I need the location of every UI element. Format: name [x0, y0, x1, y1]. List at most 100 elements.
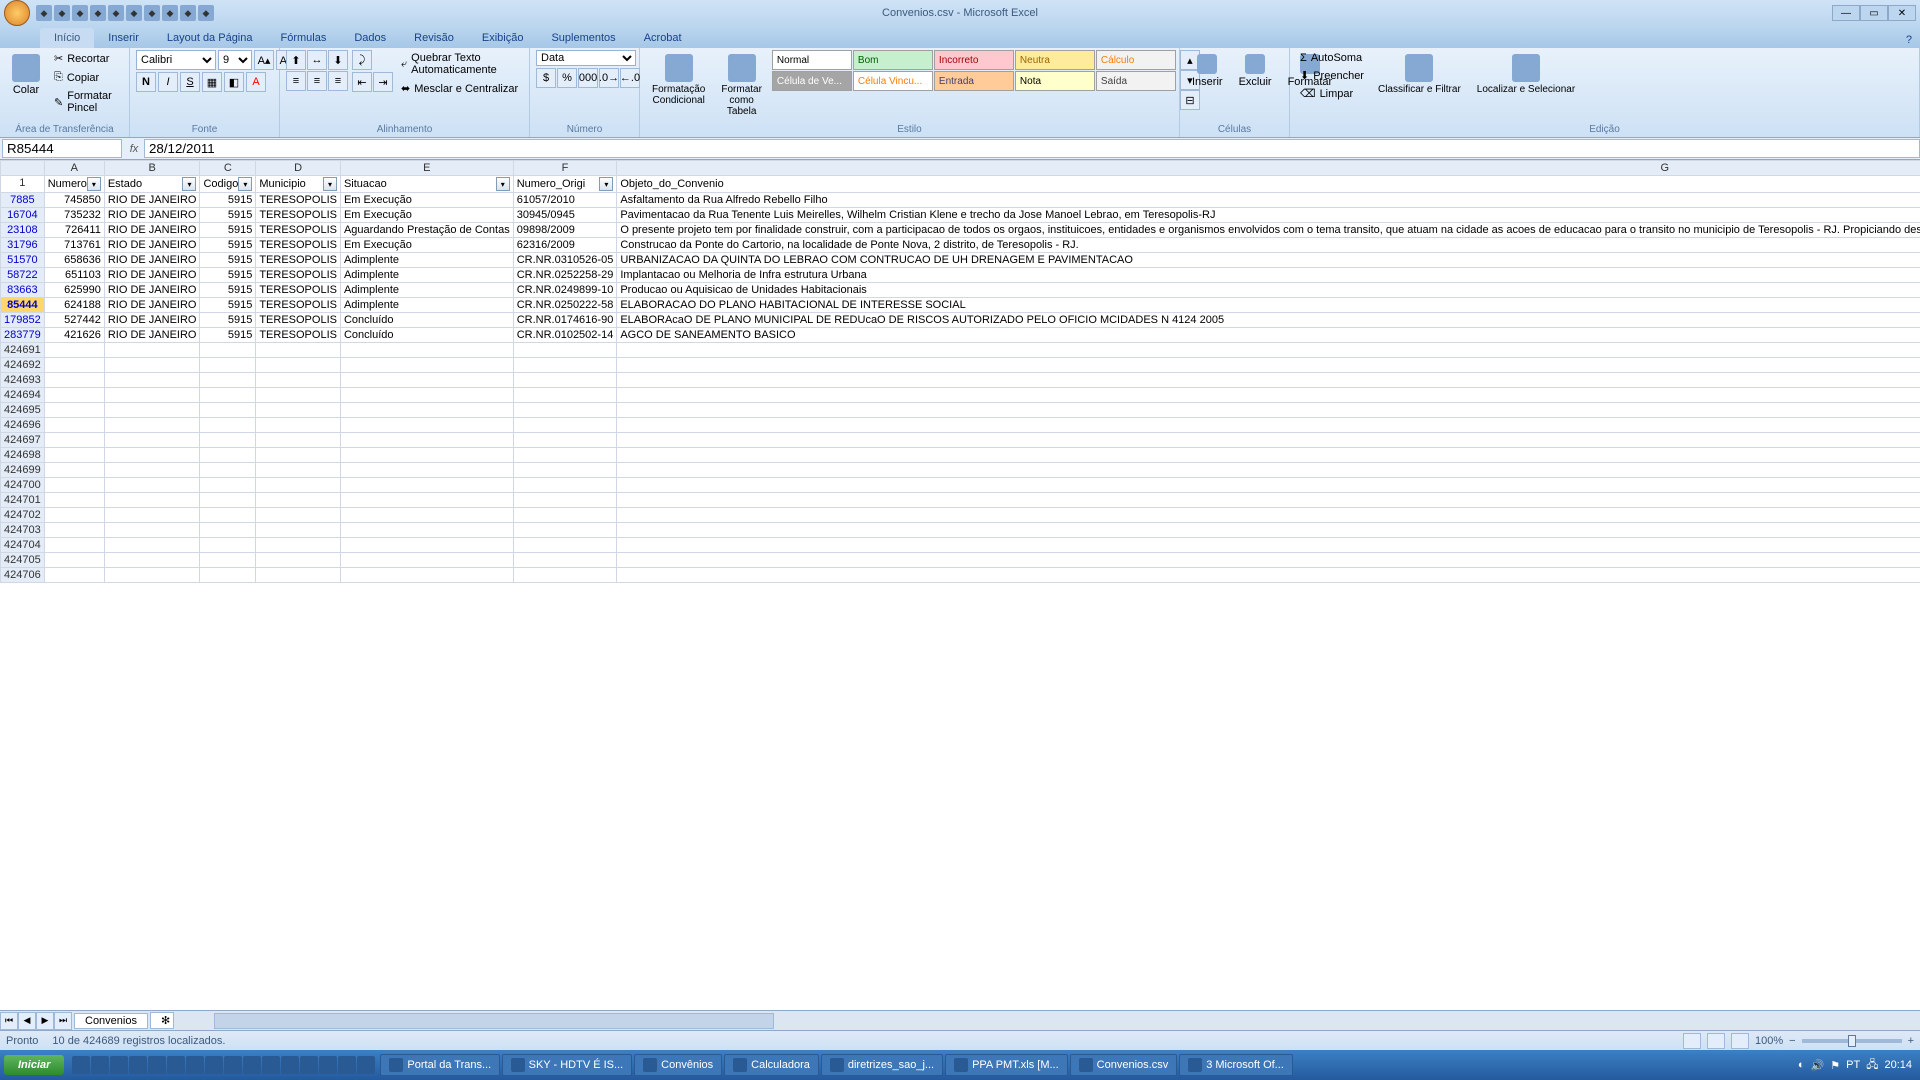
row-header[interactable]: 424693	[1, 373, 45, 388]
filter-dropdown-icon[interactable]: ▾	[182, 177, 196, 191]
currency-button[interactable]: $	[536, 68, 556, 88]
cell[interactable]	[617, 433, 1920, 448]
align-top-button[interactable]: ⬆	[286, 50, 306, 70]
cell[interactable]: CR.NR.0250222-58	[513, 298, 617, 313]
cell[interactable]: 5915	[200, 283, 256, 298]
cell[interactable]	[104, 493, 200, 508]
cell[interactable]	[340, 523, 513, 538]
cell[interactable]	[104, 568, 200, 583]
cell[interactable]	[617, 358, 1920, 373]
cell-style[interactable]: Saída	[1096, 71, 1176, 91]
merge-center-button[interactable]: ⬌Mesclar e Centralizar	[397, 80, 523, 97]
cell[interactable]	[256, 433, 341, 448]
cell[interactable]: TERESOPOLIS	[256, 193, 341, 208]
cell[interactable]	[256, 463, 341, 478]
increase-indent-button[interactable]: ⇥	[373, 72, 393, 92]
cell[interactable]	[513, 568, 617, 583]
cell[interactable]	[256, 388, 341, 403]
increase-decimal-button[interactable]: .0→	[599, 68, 619, 88]
new-icon[interactable]: ◆	[90, 5, 106, 21]
cell[interactable]: RIO DE JANEIRO	[104, 298, 200, 313]
cell[interactable]: 5915	[200, 328, 256, 343]
cell[interactable]: 527442	[44, 313, 104, 328]
italic-button[interactable]: I	[158, 72, 178, 92]
cell[interactable]: URBANIZACAO DA QUINTA DO LEBRAO COM CONT…	[617, 253, 1920, 268]
row-header[interactable]: 424692	[1, 358, 45, 373]
find-select-button[interactable]: Localizar e Selecionar	[1471, 50, 1581, 99]
ql-icon[interactable]	[281, 1056, 299, 1074]
ql-icon[interactable]	[129, 1056, 147, 1074]
preview-icon[interactable]: ◆	[144, 5, 160, 21]
format-as-table-button[interactable]: Formatar como Tabela	[715, 50, 768, 121]
view-normal-button[interactable]	[1683, 1033, 1701, 1049]
maximize-button[interactable]: ▭	[1860, 5, 1888, 21]
fx-icon[interactable]: fx	[124, 143, 144, 155]
comma-button[interactable]: 000	[578, 68, 598, 88]
cell[interactable]	[200, 523, 256, 538]
cell[interactable]: RIO DE JANEIRO	[104, 313, 200, 328]
fill-color-button[interactable]: ◧	[224, 72, 244, 92]
taskbar-item[interactable]: diretrizes_sao_j...	[821, 1054, 943, 1076]
taskbar-item[interactable]: Convênios	[634, 1054, 722, 1076]
cell[interactable]: ELABORAcaO DE PLANO MUNICIPAL DE REDUcaO…	[617, 313, 1920, 328]
cell[interactable]	[104, 403, 200, 418]
cell[interactable]	[104, 538, 200, 553]
fill-button[interactable]: ⬇Preencher	[1296, 67, 1368, 84]
cell[interactable]	[44, 568, 104, 583]
ql-icon[interactable]	[224, 1056, 242, 1074]
cell[interactable]	[617, 523, 1920, 538]
cell[interactable]	[200, 493, 256, 508]
filter-cell[interactable]: Objeto_do_Convenio▾	[617, 176, 1920, 193]
cell[interactable]	[617, 448, 1920, 463]
cell[interactable]: TERESOPOLIS	[256, 223, 341, 238]
cell[interactable]: RIO DE JANEIRO	[104, 253, 200, 268]
font-name-select[interactable]: Calibri	[136, 50, 216, 70]
sheet-tab[interactable]: Convenios	[74, 1013, 148, 1029]
cell[interactable]	[617, 403, 1920, 418]
name-box[interactable]	[2, 139, 122, 158]
cell[interactable]	[200, 463, 256, 478]
cell[interactable]	[617, 373, 1920, 388]
cell[interactable]	[513, 523, 617, 538]
taskbar-item[interactable]: 3 Microsoft Of...	[1179, 1054, 1293, 1076]
cell[interactable]: 5915	[200, 208, 256, 223]
font-size-select[interactable]: 9	[218, 50, 252, 70]
decrease-indent-button[interactable]: ⇤	[352, 72, 372, 92]
cell[interactable]	[256, 418, 341, 433]
cell[interactable]	[513, 463, 617, 478]
cell[interactable]	[340, 463, 513, 478]
cell[interactable]	[513, 478, 617, 493]
tab-dados[interactable]: Dados	[340, 28, 400, 48]
cell[interactable]	[617, 568, 1920, 583]
row-header[interactable]: 424691	[1, 343, 45, 358]
cell[interactable]	[256, 358, 341, 373]
align-middle-button[interactable]: ↔	[307, 50, 327, 70]
cell[interactable]: O presente projeto tem por finalidade co…	[617, 223, 1920, 238]
formula-input[interactable]	[144, 139, 1920, 158]
help-icon[interactable]: ?	[1898, 32, 1920, 48]
view-pagebreak-button[interactable]	[1731, 1033, 1749, 1049]
filter-dropdown-icon[interactable]: ▾	[323, 177, 337, 191]
row-header[interactable]: 85444	[1, 298, 45, 313]
cell[interactable]: RIO DE JANEIRO	[104, 283, 200, 298]
tab-layout da página[interactable]: Layout da Página	[153, 28, 267, 48]
align-bottom-button[interactable]: ⬇	[328, 50, 348, 70]
tab-revisão[interactable]: Revisão	[400, 28, 468, 48]
ql-icon[interactable]	[262, 1056, 280, 1074]
cell[interactable]	[200, 508, 256, 523]
col-header[interactable]: G	[617, 161, 1920, 176]
print-icon[interactable]: ◆	[126, 5, 142, 21]
ql-icon[interactable]	[205, 1056, 223, 1074]
cell[interactable]	[513, 388, 617, 403]
cell[interactable]: ELABORACAO DO PLANO HABITACIONAL DE INTE…	[617, 298, 1920, 313]
cell[interactable]	[256, 553, 341, 568]
close-button[interactable]: ✕	[1888, 5, 1916, 21]
cell-style[interactable]: Célula de Ve...	[772, 71, 852, 91]
cell[interactable]	[200, 388, 256, 403]
cell[interactable]: CR.NR.0310526-05	[513, 253, 617, 268]
cell[interactable]	[617, 418, 1920, 433]
cell[interactable]: TERESOPOLIS	[256, 328, 341, 343]
border-button[interactable]: ▦	[202, 72, 222, 92]
col-header[interactable]: F	[513, 161, 617, 176]
sort-asc-icon[interactable]: ◆	[162, 5, 178, 21]
